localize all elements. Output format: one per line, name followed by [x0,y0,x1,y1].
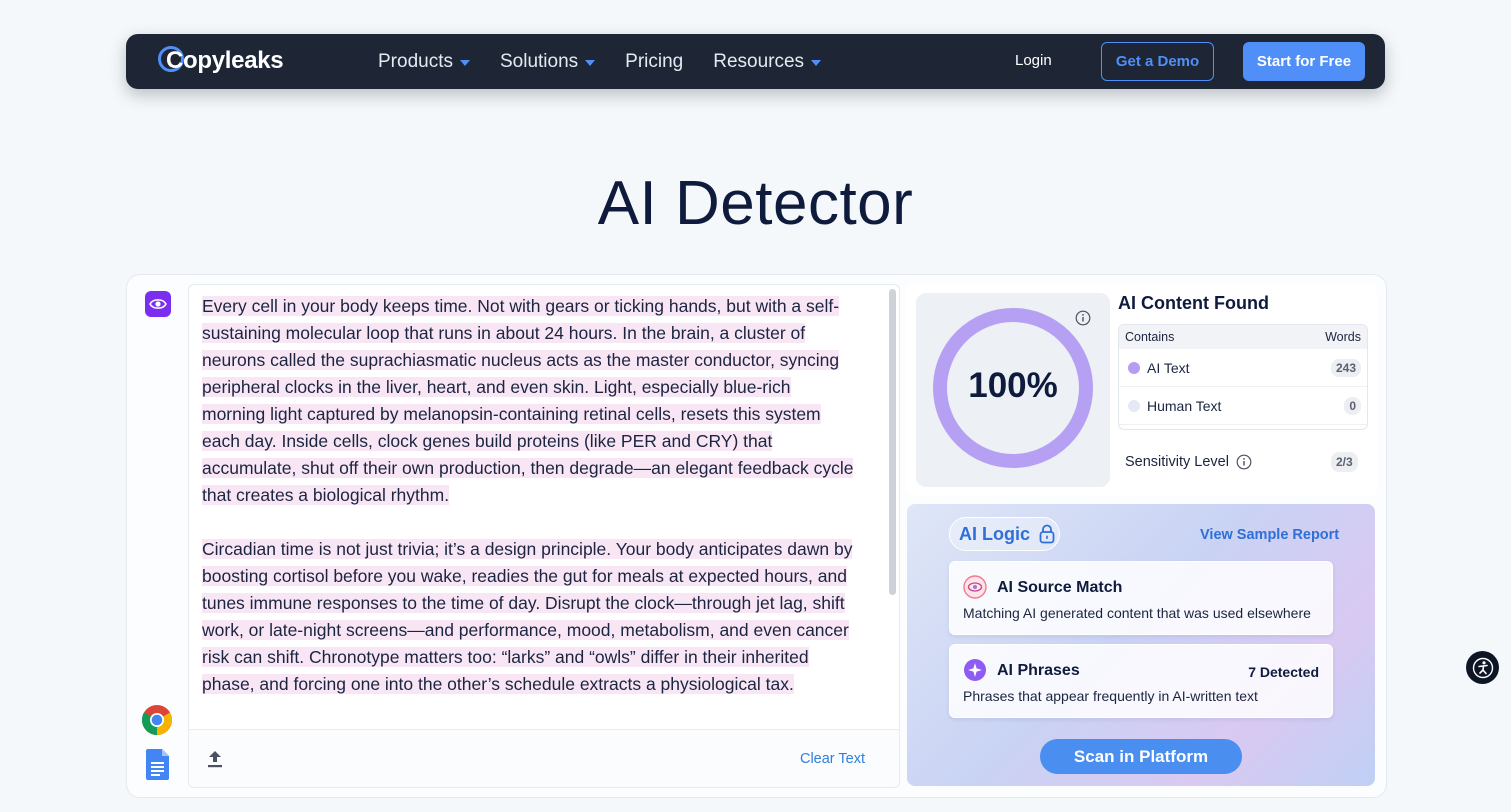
view-sample-report-link[interactable]: View Sample Report [1200,527,1339,543]
ai-highlight: Circadian time is not just trivia; it’s … [202,539,853,694]
source-match-icon [963,575,987,599]
ai-highlight: Every cell in your body keeps time. Not … [202,296,854,505]
scrollbar-thumb[interactable] [889,289,896,595]
text-panel-footer: Clear Text [189,729,899,787]
info-icon[interactable] [1075,310,1091,326]
accessibility-icon[interactable] [1466,651,1499,684]
get-demo-button[interactable]: Get a Demo [1101,42,1214,81]
chrome-icon[interactable] [141,704,173,736]
sparkle-icon [964,659,986,681]
ai-phrases-title: AI Phrases [997,662,1080,679]
paragraph-1: Every cell in your body keeps time. Not … [189,293,885,509]
table-header: Contains Words [1119,325,1367,349]
paragraph-2: Circadian time is not just trivia; it’s … [189,536,885,698]
ai-source-match-title: AI Source Match [997,579,1123,596]
login-link[interactable]: Login [1015,52,1052,69]
clear-text-button[interactable]: Clear Text [800,751,865,767]
top-navbar: Copyleaks Products Solutions Pricing Res… [126,34,1385,89]
ai-logic-badge[interactable]: AI Logic [949,517,1060,551]
upload-icon[interactable] [206,749,224,769]
scan-in-platform-button[interactable]: Scan in Platform [1040,739,1242,774]
page-title: AI Detector [597,169,914,238]
nav-pricing-label: Pricing [625,50,684,72]
ai-logic-title: AI Logic [959,523,1030,544]
human-text-count: 0 [1344,396,1361,415]
ai-text-label: AI Text [1147,359,1190,376]
nav-products[interactable]: Products [378,51,470,73]
logo-text: Copyleaks [166,47,284,74]
nav-pricing[interactable]: Pricing [625,51,683,73]
words-header: Words [1325,330,1361,344]
ai-source-match-desc: Matching AI generated content that was u… [963,605,1311,621]
nav-products-label: Products [378,50,453,72]
contains-header: Contains [1125,330,1175,344]
human-text-label: Human Text [1147,397,1222,414]
chevron-down-icon [459,59,470,66]
eye-icon[interactable] [145,291,171,317]
google-docs-icon[interactable] [146,749,169,780]
start-free-button[interactable]: Start for Free [1243,42,1365,81]
word-count-table: Contains Words AI Text 243 Human Text 0 [1118,324,1368,430]
ai-phrases-card[interactable]: AI Phrases 7 Detected Phrases that appea… [949,644,1333,718]
lock-icon [1039,524,1055,544]
ai-content-found-title: AI Content Found [1118,293,1269,313]
ai-score-percent: 100% [968,366,1058,405]
nav-resources-label: Resources [713,50,805,72]
human-text-dot-icon [1128,399,1140,412]
nav-resources[interactable]: Resources [713,50,822,73]
ai-text-count: 243 [1330,358,1361,377]
sensitivity-value[interactable]: 2/3 [1331,452,1358,472]
table-row-human-text: Human Text 0 [1119,387,1367,425]
nav-solutions[interactable]: Solutions [499,50,596,73]
chevron-down-icon [585,59,596,66]
copyleaks-logo[interactable]: Copyleaks [158,45,284,77]
info-icon[interactable] [1236,454,1252,470]
table-row-ai-text: AI Text 243 [1119,349,1367,387]
nav-solutions-label: Solutions [499,50,579,72]
sensitivity-label: Sensitivity Level [1125,454,1229,470]
chevron-down-icon [811,59,822,66]
text-input-panel[interactable]: Every cell in your body keeps time. Not … [188,284,900,788]
ai-source-match-card[interactable]: AI Source Match Matching AI generated co… [949,561,1333,635]
ai-phrases-detected-count: 7 Detected [1248,664,1319,680]
ai-phrases-desc: Phrases that appear frequently in AI-wri… [963,688,1258,704]
ai-text-dot-icon [1128,361,1140,374]
text-area[interactable]: Every cell in your body keeps time. Not … [189,285,885,729]
